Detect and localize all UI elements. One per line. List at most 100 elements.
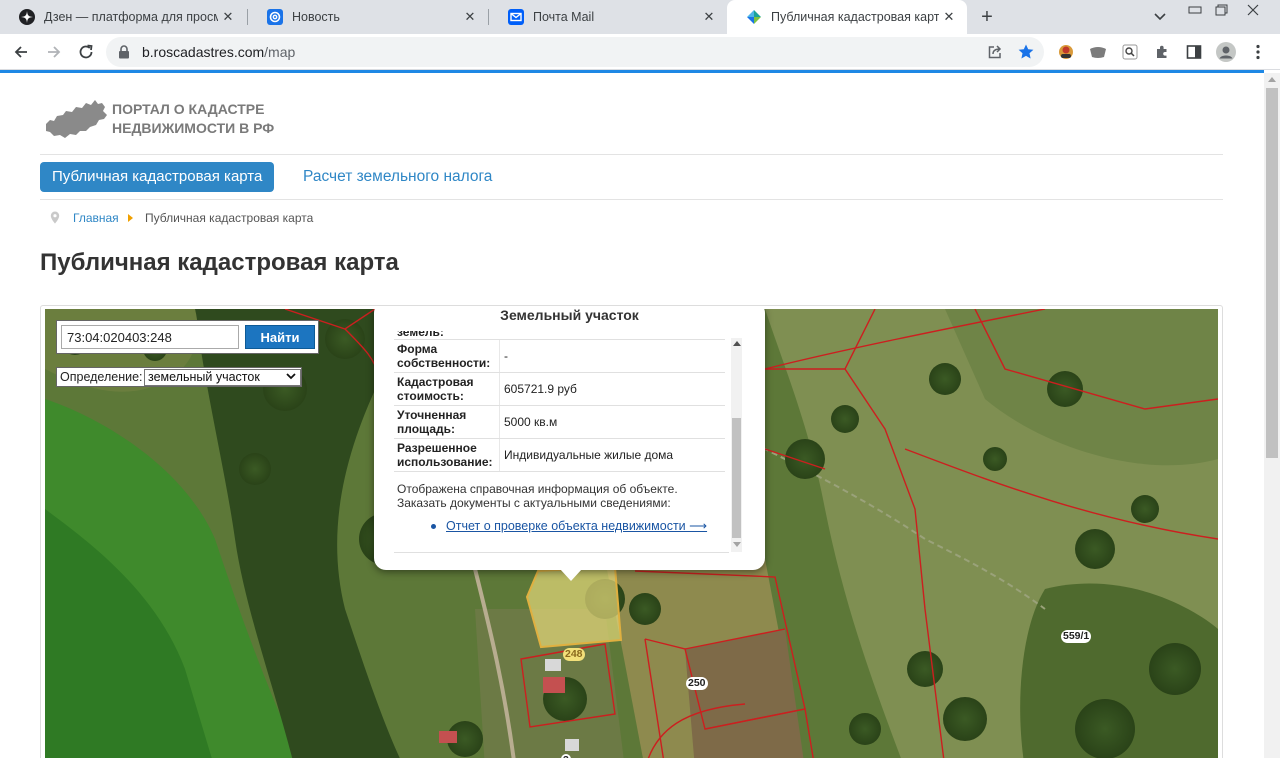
close-tab-icon[interactable]: ✕ [939,7,959,27]
mail-at-icon [267,9,283,25]
lock-icon[interactable] [118,45,130,64]
popup-row-value: 5000 кв.м [504,415,558,429]
close-tab-icon[interactable]: ✕ [218,7,238,27]
popup-row-ownership: Форма собственности: - [394,340,725,373]
popup-col-divider [499,340,500,372]
extension-search-icon[interactable] [1120,42,1140,62]
chevron-down-icon [286,373,296,380]
site-logo-text[interactable]: ПОРТАЛ О КАДАСТРЕ НЕДВИЖИМОСТИ В РФ [112,100,274,138]
page-title: Публичная кадастровая карта [40,249,399,276]
tab-dzen[interactable]: Дзен — платформа для просмотра ✕ [0,0,246,34]
popup-scrollbar[interactable] [731,338,742,552]
tab-pochta[interactable]: Почта Mail ✕ [489,0,727,34]
popup-col-divider [499,373,500,405]
scroll-up-arrow-icon[interactable] [733,341,741,346]
browser-toolbar: b.roscadastres.com/map [0,34,1280,70]
tab-title: Почта Mail [533,10,595,24]
tab-cadastral-map[interactable]: Публичная кадастровая карта ✕ [727,0,967,34]
location-pin-icon [50,211,60,224]
minimize-icon[interactable] [1185,3,1205,17]
new-tab-button[interactable]: + [975,5,999,29]
close-tab-icon[interactable]: ✕ [699,7,719,27]
breadcrumb-home[interactable]: Главная [73,211,119,225]
share-icon[interactable] [986,43,1004,61]
extension-avatar-icon[interactable] [1056,42,1076,62]
property-report-link[interactable]: Отчет о проверке объекта недвижимости ⟶ [446,518,707,533]
close-window-icon[interactable] [1243,3,1263,17]
definition-label: Определение: [60,370,143,384]
map-search-box: Найти [56,320,319,354]
logo-line-1: ПОРТАЛ О КАДАСТРЕ [112,101,265,117]
back-arrow-icon[interactable] [9,40,33,64]
popup-title: Земельный участок [500,309,639,323]
popup-note: Отображена справочная информация об объе… [397,482,678,510]
address-bar[interactable]: b.roscadastres.com/map [106,37,1044,67]
popup-bottom-divider [394,552,729,553]
popup-row-area: Уточненная площадь: 5000 кв.м [394,406,725,439]
tab-title: Публичная кадастровая карта [771,10,939,24]
popup-row-value: - [504,349,508,363]
header-divider [40,154,1223,155]
definition-selected: земельный участок [148,370,260,384]
popup-row-cadastral-value: Кадастровая стоимость: 605721.9 руб [394,373,725,406]
popup-row-cut: земель: [394,331,725,340]
url-domain: b.roscadastres.com [142,44,265,60]
scroll-down-arrow-icon[interactable] [733,542,741,547]
nav-item-land-tax[interactable]: Расчет земельного налога [303,162,492,192]
restore-icon[interactable] [1211,3,1231,17]
url-text: b.roscadastres.com/map [142,44,295,60]
url-path: /map [264,44,296,60]
rosreestr-icon [746,9,762,25]
extension-gray-icon[interactable] [1088,42,1108,62]
find-button[interactable]: Найти [245,325,315,349]
popup-note-line-2: Заказать документы с актуальными сведени… [397,496,671,510]
popup-pointer [560,569,582,581]
page-content: ПОРТАЛ О КАДАСТРЕ НЕДВИЖИМОСТИ В РФ Публ… [0,73,1264,758]
scroll-up-arrow-icon[interactable] [1268,77,1276,82]
popup-note-line-1: Отображена справочная информация об объе… [397,482,678,496]
list-bullet-icon [431,524,436,529]
dzen-icon [19,9,35,25]
popup-row-label: Форма собственности: [397,342,491,370]
tab-title: Дзен — платформа для просмотра [44,10,218,24]
parcel-label-248[interactable]: 248 [563,648,585,661]
parcel-label-250[interactable]: 250 [686,677,708,690]
profile-avatar-icon[interactable] [1216,42,1236,62]
tab-search-chevron-icon[interactable] [1150,7,1170,27]
parcel-info-popup: Земельный участок земель: Форма собствен… [374,309,765,581]
breadcrumb-current: Публичная кадастровая карта [145,211,314,225]
popup-row-label: Кадастровая стоимость: [397,375,474,403]
menu-kebab-icon[interactable] [1248,42,1268,62]
popup-col-divider [499,406,500,438]
cadastral-map[interactable]: Найти Определение: земельный участок 248… [45,309,1218,758]
popup-row-label: земель: [397,331,444,339]
nav-divider [40,199,1223,200]
popup-row-permitted-use: Разрешенное использование: Индивидуальны… [394,439,725,472]
page-scroll-thumb[interactable] [1266,88,1278,458]
tab-strip: Дзен — платформа для просмотра ✕ Новость… [0,0,1280,34]
popup-scroll-thumb[interactable] [732,418,741,538]
tab-novost[interactable]: Новость ✕ [248,0,488,34]
close-tab-icon[interactable]: ✕ [460,7,480,27]
popup-col-divider [499,439,500,471]
popup-row-value: Индивидуальные жилые дома [504,448,674,462]
forward-arrow-icon[interactable] [42,40,66,64]
bookmark-star-icon[interactable] [1017,43,1035,61]
popup-row-value: 605721.9 руб [504,382,577,396]
definition-select-box: Определение: земельный участок [56,367,302,387]
extensions-puzzle-icon[interactable] [1152,42,1172,62]
popup-row-label: Разрешенное использование: [397,441,493,469]
cadastral-number-input[interactable] [61,325,239,349]
reload-icon[interactable] [74,40,98,64]
popup-row-label: Уточненная площадь: [397,408,467,436]
definition-select[interactable]: земельный участок [144,369,301,386]
parcel-label-3[interactable]: 3 [561,754,571,758]
russia-map-logo-icon[interactable] [44,98,110,140]
breadcrumb-arrow-icon [128,214,133,222]
side-panel-icon[interactable] [1184,42,1204,62]
page-scrollbar[interactable] [1264,73,1280,758]
nav-item-cadastral-map[interactable]: Публичная кадастровая карта [40,162,275,192]
popup-scroll-content[interactable]: земель: Форма собственности: - Кадастров… [394,331,730,547]
parcel-label-559-1[interactable]: 559/1 [1061,630,1092,643]
mail-icon [508,9,524,25]
